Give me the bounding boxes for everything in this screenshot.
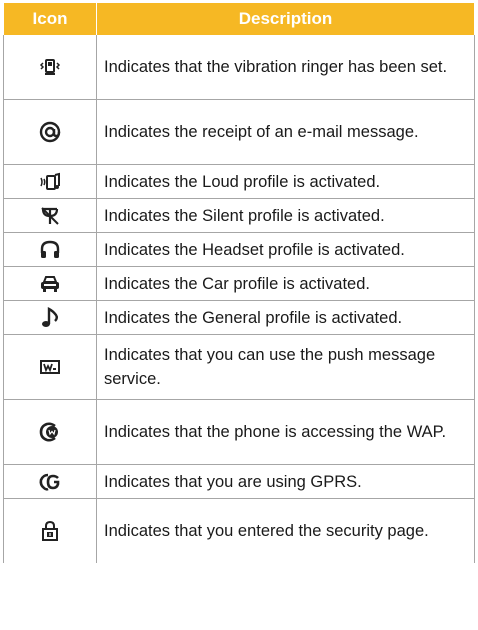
description-cell: Indicates that you entered the security … (96, 498, 475, 563)
icon-column-header: Icon (3, 3, 97, 35)
email-at-icon (38, 120, 62, 144)
loud-profile-icon (38, 170, 62, 194)
description-cell: Indicates that the vibration ringer has … (96, 35, 475, 100)
silent-profile-icon (38, 204, 62, 228)
description-cell: Indicates the Silent profile is activate… (96, 198, 475, 233)
description-column-header: Description (96, 3, 475, 35)
push-message-icon (38, 355, 62, 379)
description-cell: Indicates that you are using GPRS. (96, 464, 475, 499)
table-row: Indicates that the phone is accessing th… (3, 399, 475, 465)
gprs-icon (38, 470, 62, 494)
table-row: Indicates the Car profile is activated. (3, 266, 475, 301)
wap-access-icon (38, 420, 62, 444)
table-row: Indicates the Silent profile is activate… (3, 198, 475, 233)
headset-profile-icon (38, 238, 62, 262)
description-cell: Indicates the Car profile is activated. (96, 266, 475, 301)
table-header-row: Icon Description (3, 3, 475, 35)
table-row: Indicates that the vibration ringer has … (3, 35, 475, 100)
description-cell: Indicates the Loud profile is activated. (96, 164, 475, 199)
table-row: Indicates the General profile is activat… (3, 300, 475, 335)
table-row: Indicates that you are using GPRS. (3, 464, 475, 499)
description-cell: Indicates that you can use the push mess… (96, 334, 475, 400)
general-profile-icon (38, 306, 62, 330)
description-cell: Indicates the General profile is activat… (96, 300, 475, 335)
security-page-icon (38, 519, 62, 543)
table-row: Indicates the receipt of an e-mail messa… (3, 99, 475, 165)
table-row: Indicates the Loud profile is activated. (3, 164, 475, 199)
vibration-icon (38, 55, 62, 79)
description-cell: Indicates the Headset profile is activat… (96, 232, 475, 267)
table-row: Indicates the Headset profile is activat… (3, 232, 475, 267)
car-profile-icon (38, 272, 62, 296)
description-cell: Indicates that the phone is accessing th… (96, 399, 475, 465)
description-cell: Indicates the receipt of an e-mail messa… (96, 99, 475, 165)
table-row: Indicates that you entered the security … (3, 498, 475, 563)
status-icon-table: Icon Description Indicates that the vibr… (3, 3, 475, 563)
table-row: Indicates that you can use the push mess… (3, 334, 475, 400)
